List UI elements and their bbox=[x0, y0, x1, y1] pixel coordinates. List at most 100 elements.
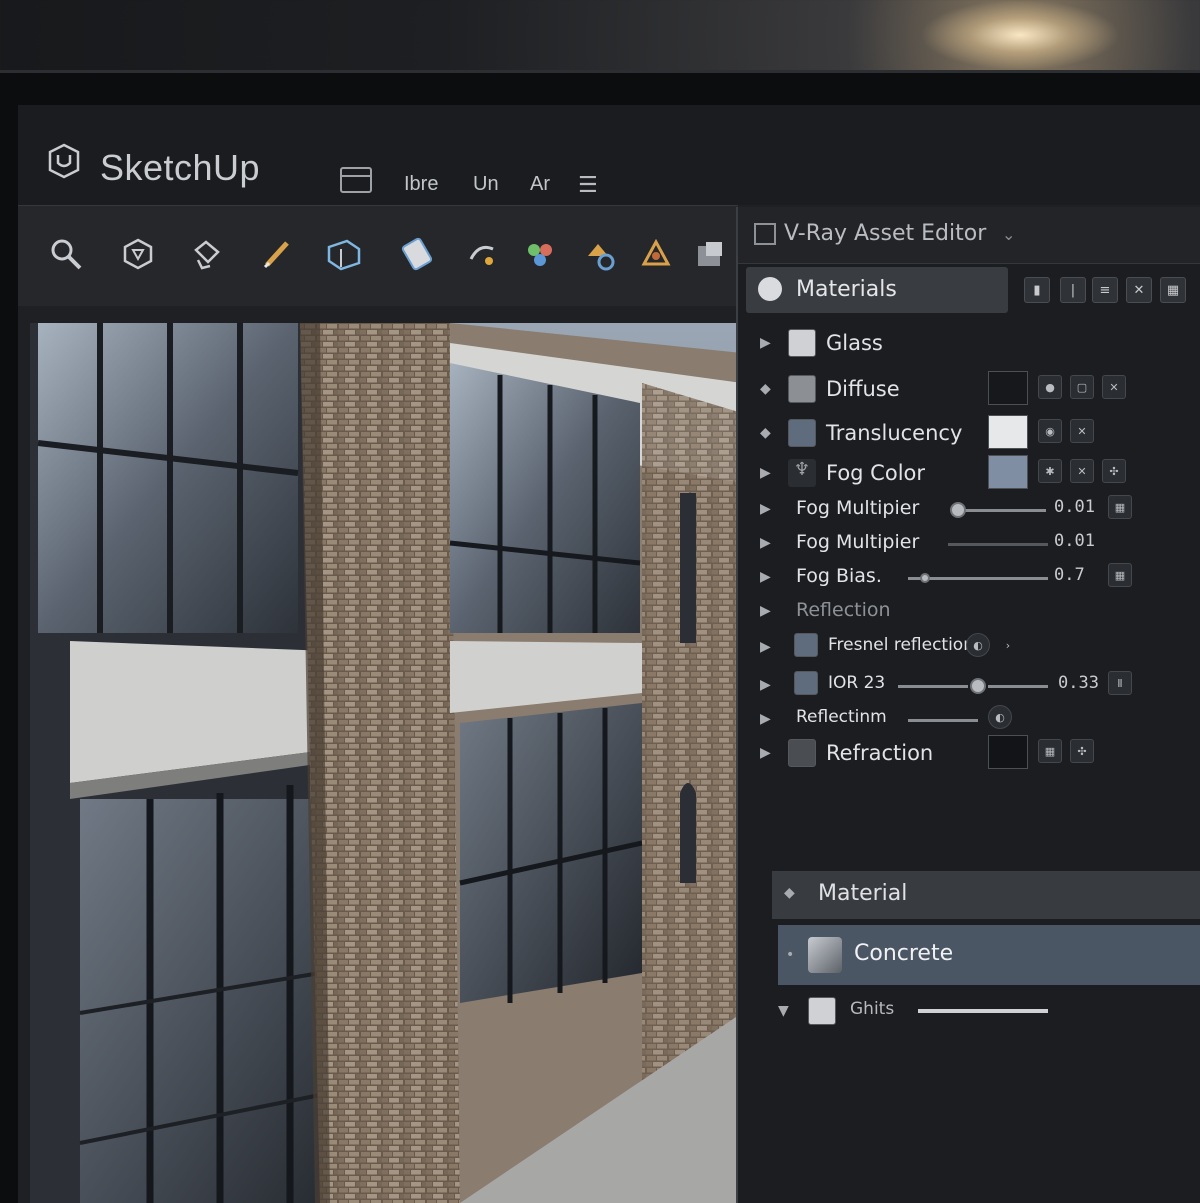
vray-title-bar: V-Ray Asset Editor ⌄ bbox=[738, 207, 1200, 264]
map-icon[interactable]: ✣ bbox=[1070, 739, 1094, 763]
row-label: Fog Bias. bbox=[796, 565, 882, 587]
list-item-fog-color[interactable]: ▶ ♆ Fog Color ✱ ✕ ✣ bbox=[738, 455, 1200, 493]
row-label: Diffuse bbox=[826, 377, 900, 401]
expand-arrow-icon[interactable]: ▶ bbox=[760, 711, 771, 727]
component-icon[interactable] bbox=[520, 234, 560, 274]
texture-icon[interactable]: ▦ bbox=[1038, 739, 1062, 763]
slider-track[interactable] bbox=[988, 685, 1048, 688]
window-icon[interactable] bbox=[340, 167, 372, 193]
material-section-header[interactable]: ◆ Material bbox=[772, 871, 1200, 919]
menu-item-3[interactable]: Ar bbox=[530, 173, 550, 196]
paint-bucket-icon[interactable] bbox=[186, 234, 226, 274]
3d-viewport[interactable] bbox=[30, 323, 742, 1203]
row-label: Ghits bbox=[850, 999, 895, 1019]
rotate-icon[interactable] bbox=[398, 234, 438, 274]
add-material-button[interactable]: ▮ bbox=[1024, 277, 1050, 303]
list-item-ior[interactable]: ▶ IOR 23 0.33 Ⅱ bbox=[738, 667, 1200, 705]
expand-arrow-icon[interactable]: ▶ bbox=[760, 677, 771, 693]
list-item-diffuse[interactable]: ◆ Diffuse ● ▢ ✕ bbox=[738, 371, 1200, 409]
value-field[interactable]: 0.33 bbox=[1058, 673, 1099, 693]
fog-icon: ♆ bbox=[788, 459, 816, 487]
slider-track[interactable] bbox=[956, 509, 1046, 512]
expand-arrow-icon[interactable]: ▶ bbox=[760, 745, 771, 761]
menu-item-2[interactable]: Un bbox=[473, 173, 499, 196]
list-item-fresnel-reflection[interactable]: ▶ Fresnel reflection ◐ › bbox=[738, 629, 1200, 667]
chevron-right-icon[interactable]: › bbox=[996, 633, 1020, 657]
expand-arrow-icon[interactable]: ▶ bbox=[760, 639, 771, 655]
list-item-reflection-amount[interactable]: ▶ Reflectinm ◐ bbox=[738, 701, 1200, 739]
move-icon[interactable] bbox=[462, 234, 502, 274]
diffuse-color-picker[interactable] bbox=[988, 371, 1028, 405]
materials-tab[interactable]: Materials bbox=[746, 267, 1008, 313]
value-field[interactable]: 0.7 bbox=[1054, 565, 1085, 585]
push-pull-icon[interactable] bbox=[324, 234, 364, 274]
pencil-icon[interactable] bbox=[258, 234, 298, 274]
list-item-translucency[interactable]: ◆ Translucency ◉ ✕ bbox=[738, 415, 1200, 453]
list-item-concrete[interactable]: • Concrete bbox=[778, 925, 1200, 985]
expand-arrow-icon[interactable]: ▶ bbox=[760, 465, 771, 481]
slider-knob[interactable] bbox=[950, 502, 966, 518]
toggle-icon[interactable]: ◐ bbox=[966, 633, 990, 657]
vray-asset-editor: V-Ray Asset Editor ⌄ Materials ▮ | ≡ ✕ ▦… bbox=[736, 207, 1200, 1203]
list-item-refraction[interactable]: ▶ Refraction ▦ ✣ bbox=[738, 735, 1200, 773]
list-item-fog-multiplier[interactable]: ▶ Fog Multipier 0.01 ▦ bbox=[738, 491, 1200, 529]
value-field[interactable]: 0.01 bbox=[1054, 531, 1095, 551]
list-item-glass[interactable]: ▶ Glass bbox=[738, 325, 1200, 363]
materials-label: Materials bbox=[796, 277, 897, 302]
slider-knob[interactable] bbox=[970, 678, 986, 694]
list-view-button[interactable]: ≡ bbox=[1092, 277, 1118, 303]
slider-track[interactable] bbox=[948, 543, 1048, 546]
slider-knob[interactable] bbox=[920, 573, 930, 583]
list-icon[interactable]: ☰ bbox=[578, 173, 598, 198]
color-swatch bbox=[788, 375, 816, 403]
expand-arrow-icon[interactable]: ◆ bbox=[760, 425, 771, 441]
settings-button[interactable]: ✕ bbox=[1126, 277, 1152, 303]
shape-icon[interactable] bbox=[118, 234, 158, 274]
selected-material-label: Concrete bbox=[854, 941, 954, 966]
map-icon[interactable]: Ⅱ bbox=[1108, 671, 1132, 695]
slider-track[interactable] bbox=[918, 1009, 1048, 1013]
material-section-label: Material bbox=[818, 881, 908, 906]
list-item-ghits[interactable]: ▼ Ghits bbox=[778, 989, 1200, 1031]
title-bar: SketchUp Ibre Un Ar ☰ bbox=[18, 105, 1200, 205]
app-title: SketchUp bbox=[100, 147, 261, 188]
link-icon[interactable]: ✱ bbox=[1038, 459, 1062, 483]
map-icon[interactable]: ✕ bbox=[1102, 375, 1126, 399]
menu-item-1[interactable]: Ibre bbox=[404, 173, 438, 196]
layers-icon[interactable] bbox=[636, 234, 676, 274]
user-icon[interactable]: ● bbox=[1038, 375, 1062, 399]
box-icon[interactable] bbox=[690, 234, 730, 274]
expand-arrow-icon[interactable]: ▶ bbox=[760, 535, 771, 551]
list-item-fog-bias[interactable]: ▶ Fog Bias. 0.7 ▦ bbox=[738, 559, 1200, 597]
expand-arrow-icon[interactable]: ▶ bbox=[760, 335, 771, 351]
color-swatch bbox=[794, 671, 818, 695]
translucency-color-picker[interactable] bbox=[988, 415, 1028, 449]
expand-arrow-icon[interactable]: ◆ bbox=[760, 381, 771, 397]
slider-track[interactable] bbox=[898, 685, 968, 688]
chevron-down-icon[interactable]: ⌄ bbox=[1002, 225, 1015, 244]
expand-arrow-icon[interactable]: ▶ bbox=[760, 569, 771, 585]
map-icon[interactable]: ▦ bbox=[1108, 495, 1132, 519]
fog-color-picker[interactable] bbox=[988, 455, 1028, 489]
expand-arrow-icon[interactable]: ▼ bbox=[778, 1003, 789, 1019]
list-item-fog-multiplier-2[interactable]: ▶ Fog Multipier 0.01 bbox=[738, 525, 1200, 563]
map-icon[interactable]: ✕ bbox=[1070, 419, 1094, 443]
texture-icon[interactable]: ◉ bbox=[1038, 419, 1062, 443]
texture-icon[interactable]: ▢ bbox=[1070, 375, 1094, 399]
grid-view-button[interactable]: ▦ bbox=[1160, 277, 1186, 303]
map-icon[interactable]: ▦ bbox=[1108, 563, 1132, 587]
close-icon[interactable]: ✕ bbox=[1070, 459, 1094, 483]
expand-arrow-icon[interactable]: ▶ bbox=[760, 501, 771, 517]
toggle-icon[interactable]: ◐ bbox=[988, 705, 1012, 729]
value-field[interactable]: 0.01 bbox=[1054, 497, 1095, 517]
search-icon[interactable] bbox=[46, 234, 86, 274]
map-icon[interactable]: ✣ bbox=[1102, 459, 1126, 483]
slider-track[interactable] bbox=[908, 719, 978, 722]
screen: SketchUp Ibre Un Ar ☰ V-Ray Asset Editor… bbox=[18, 105, 1200, 1203]
list-item-reflection[interactable]: ▶ Reflection bbox=[738, 593, 1200, 631]
expand-arrow-icon[interactable]: • bbox=[786, 947, 794, 963]
materials-icon[interactable] bbox=[580, 234, 620, 274]
row-label: Reflectinm bbox=[796, 707, 887, 727]
refraction-color-picker[interactable] bbox=[988, 735, 1028, 769]
expand-arrow-icon[interactable]: ▶ bbox=[760, 603, 771, 619]
